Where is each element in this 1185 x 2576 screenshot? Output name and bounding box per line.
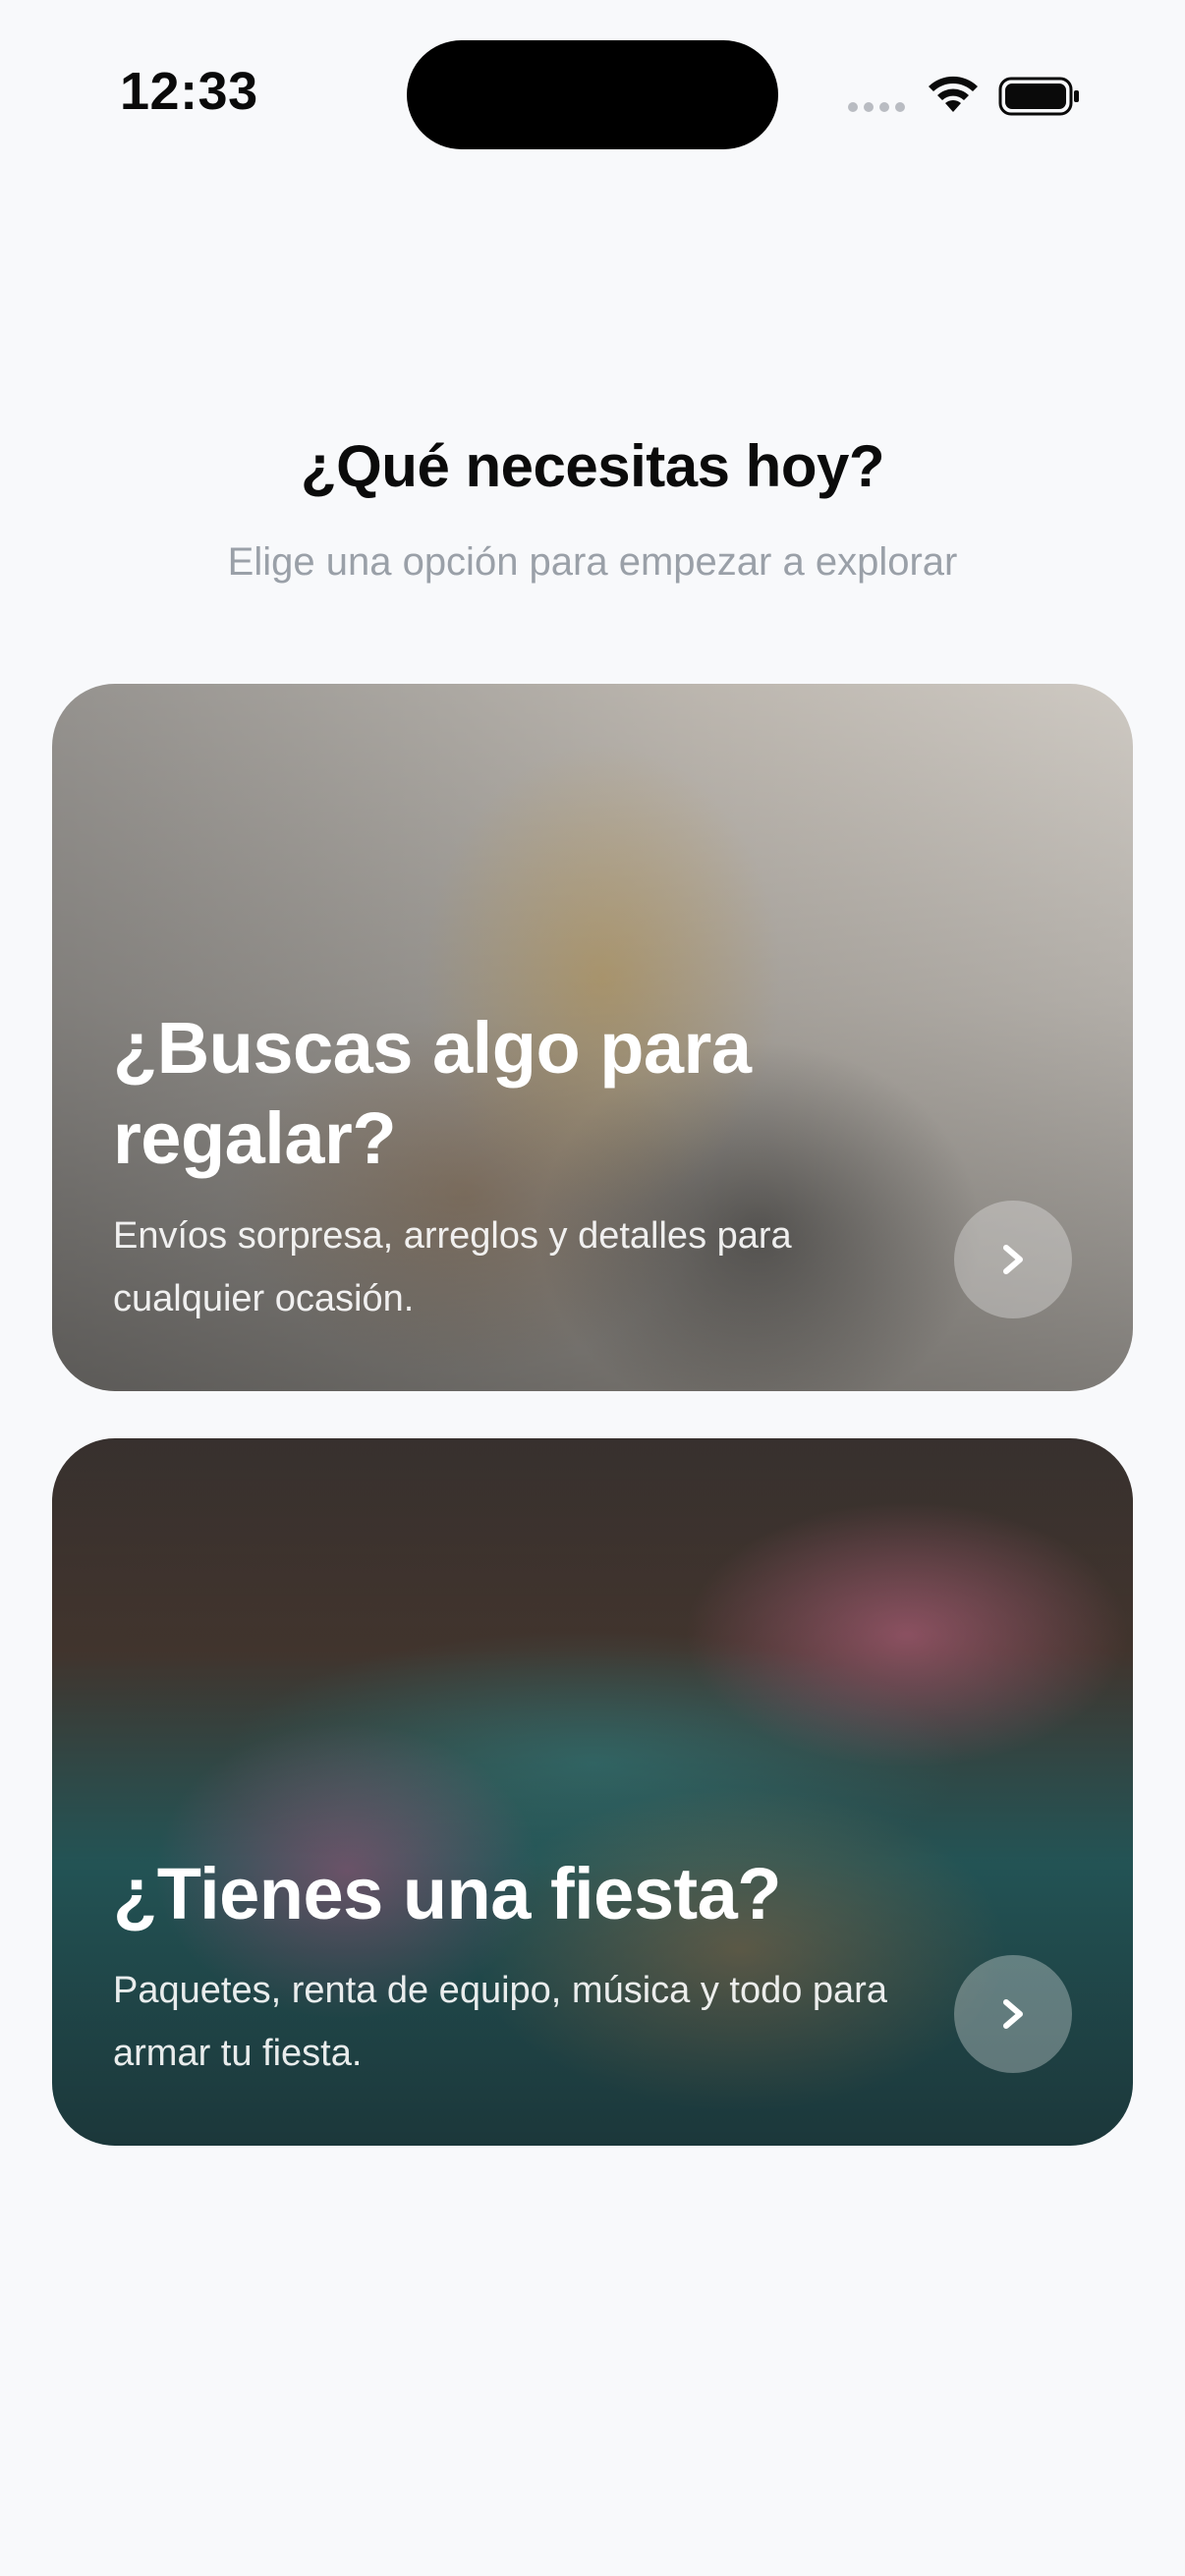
party-card-description: Paquetes, renta de equipo, música y todo… (113, 1970, 887, 2074)
page-subtitle: Elige una opción para empezar a explorar (227, 540, 958, 584)
chevron-right-icon (1003, 1245, 1023, 1274)
gift-option-card[interactable]: ¿Buscas algo para regalar? Envíos sorpre… (52, 684, 1133, 1391)
cellular-signal-icon (848, 102, 905, 112)
party-option-card[interactable]: ¿Tienes una fiesta? Paquetes, renta de e… (52, 1438, 1133, 2146)
page-title: ¿Qué necesitas hoy? (300, 433, 885, 499)
dynamic-island (407, 40, 778, 149)
status-bar: 12:33 (0, 0, 1185, 196)
gift-card-title: ¿Buscas algo para regalar? (113, 1007, 752, 1179)
party-card-title: ¿Tienes una fiesta? (113, 1853, 782, 1934)
wifi-icon (929, 76, 978, 112)
gift-card-description: Envíos sorpresa, arreglos y detalles par… (113, 1215, 792, 1319)
status-time: 12:33 (120, 62, 258, 121)
gift-card-arrow-button[interactable] (954, 1201, 1072, 1318)
party-card-arrow-button[interactable] (954, 1955, 1072, 2073)
chevron-right-icon (1003, 1999, 1023, 2029)
battery-icon (998, 77, 1079, 116)
